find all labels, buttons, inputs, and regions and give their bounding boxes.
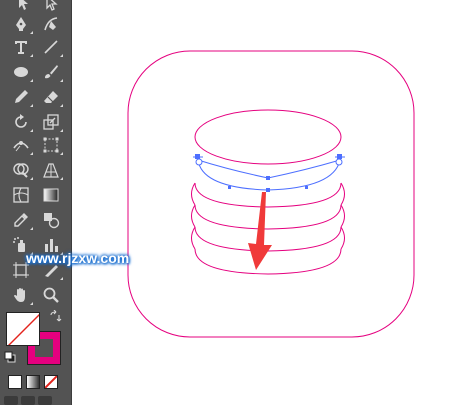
anchor-point[interactable]: [228, 186, 231, 189]
selected-arc-path[interactable]: [197, 159, 341, 191]
top-ellipse-shape[interactable]: [194, 109, 342, 165]
anchor-point[interactable]: [195, 158, 203, 166]
down-arrow-annotation: [248, 192, 272, 270]
anchor-point[interactable]: [195, 154, 200, 159]
anchor-point[interactable]: [266, 176, 270, 180]
coin-arc-shape[interactable]: [194, 204, 342, 230]
selected-arc-inner-path[interactable]: [197, 159, 341, 179]
anchor-point[interactable]: [335, 158, 343, 166]
anchor-point[interactable]: [266, 188, 270, 192]
coin-edge-shape[interactable]: [191, 182, 345, 250]
rounded-square-shape[interactable]: [127, 50, 415, 338]
watermark-text: www.rjzxw.com: [26, 250, 130, 266]
coin-arc-shape[interactable]: [194, 248, 342, 275]
coin-arc-shape[interactable]: [194, 182, 342, 208]
anchor-point[interactable]: [337, 154, 342, 159]
anchor-point[interactable]: [305, 186, 308, 189]
artboard-canvas[interactable]: [0, 0, 463, 405]
